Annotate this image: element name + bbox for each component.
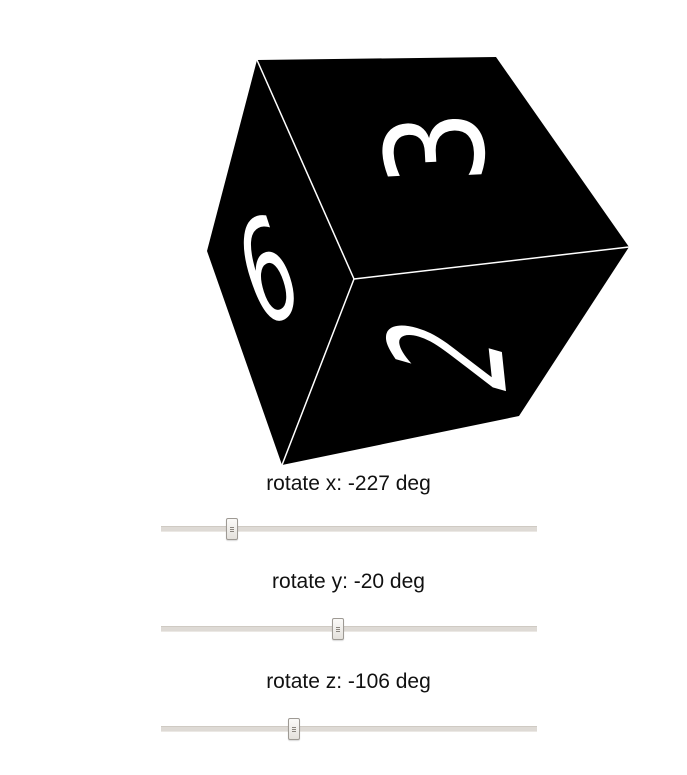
cube: 3 6 2 <box>207 57 630 466</box>
slider-track[interactable] <box>161 626 537 632</box>
rotate-x-slider[interactable] <box>161 518 537 540</box>
rotate-y-slider[interactable] <box>161 618 537 640</box>
rotate-y-label: rotate y: -20 deg <box>272 570 425 593</box>
rotate-x-label: rotate x: -227 deg <box>266 472 431 495</box>
slider-thumb[interactable] <box>331 618 344 640</box>
cube-viewport: 3 6 2 <box>0 0 687 470</box>
slider-track[interactable] <box>161 726 537 732</box>
slider-thumb[interactable] <box>226 518 239 540</box>
rotate-z-label: rotate z: -106 deg <box>266 670 431 693</box>
cube-face-top-digit: 3 <box>355 106 517 189</box>
slider-thumb[interactable] <box>288 718 301 740</box>
slider-track[interactable] <box>161 526 537 532</box>
rotate-z-slider[interactable] <box>161 718 537 740</box>
